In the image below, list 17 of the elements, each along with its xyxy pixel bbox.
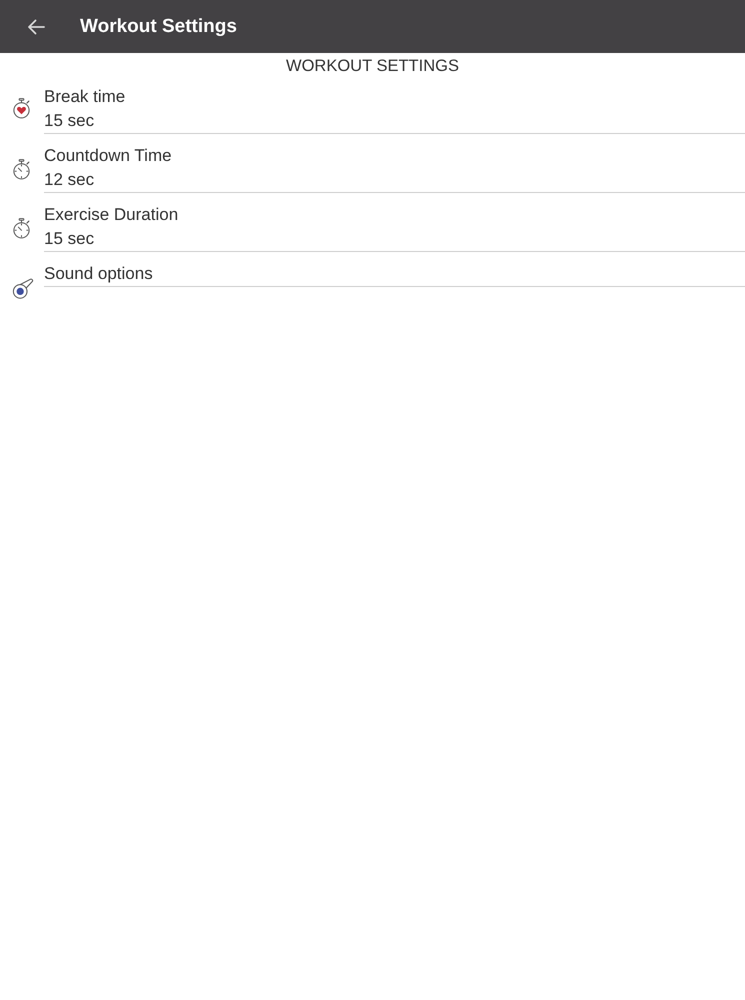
back-arrow-icon (27, 18, 45, 34)
stopwatch-icon (12, 218, 31, 239)
setting-label: Exercise Duration (44, 204, 180, 226)
stopwatch-heart-icon (12, 98, 31, 119)
setting-value: 12 sec (44, 169, 96, 191)
setting-item[interactable]: Exercise Duration 15 sec (44, 203, 745, 252)
setting-value: 15 sec (44, 110, 96, 132)
setting-item[interactable]: Sound options (44, 262, 745, 287)
stopwatch-icon (12, 159, 31, 180)
section-heading: WORKOUT SETTINGS (285, 57, 460, 75)
setting-label: Countdown Time (44, 145, 173, 167)
setting-item[interactable]: Countdown Time 12 sec (44, 144, 745, 193)
whistle-icon (12, 278, 34, 299)
screen-title: Workout Settings (80, 14, 237, 38)
setting-item[interactable]: Break time 15 sec (44, 85, 745, 134)
setting-label: Break time (44, 86, 126, 108)
setting-value: 15 sec (44, 228, 96, 250)
